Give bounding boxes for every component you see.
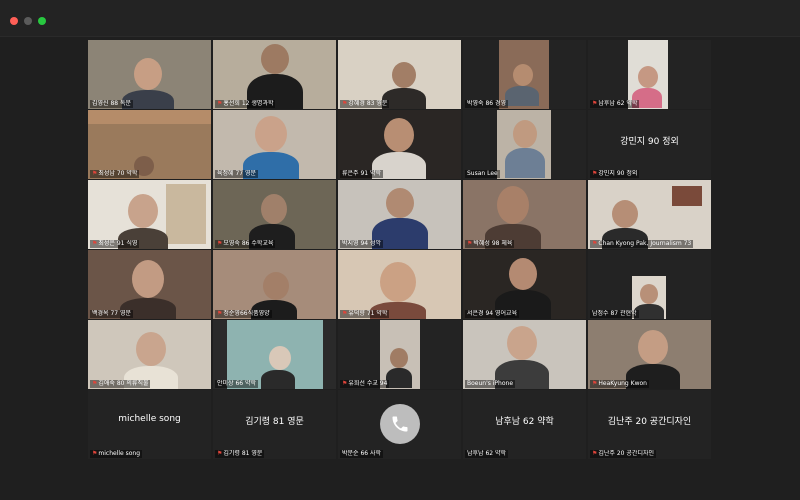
mic-muted-icon: ⚑ xyxy=(592,170,598,177)
participant-name: 남정수 87 관현악 xyxy=(590,310,639,318)
participant-center-label: 김난주 20 공간디자인 xyxy=(607,417,692,427)
video-tile[interactable]: 김기령 81 영문 ⚑김기령 81 영문 xyxy=(213,390,336,459)
participant-name: 김영신 88 독문 xyxy=(90,100,134,108)
participant-center-label: michelle song xyxy=(118,414,181,424)
mic-muted-icon: ⚑ xyxy=(592,100,598,107)
video-tile[interactable]: 박영숙 86 경영 xyxy=(463,40,586,109)
participant-name: 류은주 91 약학 xyxy=(340,170,384,178)
video-tile[interactable]: 류은주 91 약학 xyxy=(338,110,461,179)
participant-name: ⚑김기령 81 영문 xyxy=(215,450,265,458)
participant-center-label: 김기령 81 영문 xyxy=(245,417,304,427)
participant-name: ⚑michelle song xyxy=(90,450,143,458)
video-tile-active-speaker[interactable]: Boeun's iPhone xyxy=(463,320,586,389)
mic-muted-icon: ⚑ xyxy=(342,380,348,387)
mic-muted-icon: ⚑ xyxy=(217,100,223,107)
zoom-window-button[interactable] xyxy=(38,17,46,25)
participant-name: 박영숙 86 경영 xyxy=(465,100,509,108)
participant-name: ⚑강혜경 83 영문 xyxy=(340,100,390,108)
video-tile[interactable]: ⚑박혜성 98 체육 xyxy=(463,180,586,249)
participant-name: ⚑홍선희 12 생명과학 xyxy=(215,100,276,108)
mic-muted-icon: ⚑ xyxy=(342,310,348,317)
mic-muted-icon: ⚑ xyxy=(592,240,598,247)
participant-name: 박문순 66 사학 xyxy=(340,450,384,458)
participant-name: 백경옥 77 영문 xyxy=(90,310,134,318)
mic-muted-icon: ⚑ xyxy=(342,100,348,107)
video-tile[interactable]: ⚑정순영66식품영양 xyxy=(213,250,336,319)
participant-name: Boeun's iPhone xyxy=(465,380,516,388)
participant-name: 박지영 94 성악 xyxy=(340,240,384,248)
video-tile[interactable]: 남후남 62 약학 남후남 62 약학 xyxy=(463,390,586,459)
participant-center-label: 강민지 90 정외 xyxy=(620,137,679,147)
window-titlebar xyxy=(0,0,800,37)
participant-center-label: 남후남 62 약학 xyxy=(495,417,554,427)
participant-name: ⚑최성남 70 약학 xyxy=(90,170,140,178)
video-tile[interactable]: ⚑HeaKyung Kwon xyxy=(588,320,711,389)
mic-muted-icon: ⚑ xyxy=(592,380,598,387)
participant-name: ⚑HeaKyung Kwon xyxy=(590,380,649,388)
mic-muted-icon: ⚑ xyxy=(467,240,473,247)
mic-muted-icon: ⚑ xyxy=(217,310,223,317)
video-tile[interactable]: 백경옥 77 영문 xyxy=(88,250,211,319)
video-tile[interactable]: 박지영 94 성악 xyxy=(338,180,461,249)
video-tile[interactable]: 김난주 20 공간디자인 ⚑김난주 20 공간디자인 xyxy=(588,390,711,459)
video-tile[interactable]: ⚑최성은 91 식영 xyxy=(88,180,211,249)
mic-muted-icon: ⚑ xyxy=(217,240,223,247)
video-tile[interactable]: 안미상 66 약학 xyxy=(213,320,336,389)
participant-name: ⚑유덕향 71 약학 xyxy=(340,310,390,318)
participant-name: ⚑남후남 62 약학 xyxy=(590,100,640,108)
mic-muted-icon: ⚑ xyxy=(592,450,598,457)
participant-name: ⚑김애숙 80 의류직물 xyxy=(90,380,151,388)
gallery-view: 김영신 88 독문 ⚑홍선희 12 생명과학 ⚑강혜경 83 영문 박영숙 86… xyxy=(88,40,712,460)
video-tile[interactable]: ⚑강혜경 83 영문 xyxy=(338,40,461,109)
participant-name: ⚑김난주 20 공간디자인 xyxy=(590,450,657,458)
minimize-window-button[interactable] xyxy=(24,17,32,25)
mic-muted-icon: ⚑ xyxy=(92,170,98,177)
participant-name: ⚑최성은 91 식영 xyxy=(90,240,140,248)
video-tile[interactable]: ⚑홍선희 12 생명과학 xyxy=(213,40,336,109)
close-window-button[interactable] xyxy=(10,17,18,25)
video-tile[interactable]: ⚑Chan Kyong Pak, Journalism 73 xyxy=(588,180,711,249)
mic-muted-icon: ⚑ xyxy=(92,450,98,457)
participant-name: ⚑정순영66식품영양 xyxy=(215,310,272,318)
mic-muted-icon: ⚑ xyxy=(217,450,223,457)
participant-name: 서은경 94 영어교육 xyxy=(465,310,520,318)
mic-muted-icon: ⚑ xyxy=(92,240,98,247)
video-tile[interactable]: 김영신 88 독문 xyxy=(88,40,211,109)
video-tile[interactable]: 서은경 94 영어교육 xyxy=(463,250,586,319)
video-tile[interactable]: 강민지 90 정외 ⚑강민지 90 정외 xyxy=(588,110,711,179)
video-tile[interactable]: michelle song ⚑michelle song xyxy=(88,390,211,459)
video-tile[interactable]: ⚑모영숙 86 수학교육 xyxy=(213,180,336,249)
participant-name: ⚑모영숙 86 수학교육 xyxy=(215,240,276,248)
participant-name: ⚑강민지 90 정외 xyxy=(590,170,640,178)
video-tile[interactable]: ⚑유희선 수교 94 xyxy=(338,320,461,389)
participant-name: ⚑Chan Kyong Pak, Journalism 73 xyxy=(590,240,694,248)
participant-name: Susan Lee xyxy=(465,170,500,178)
video-tile[interactable]: ⚑최성남 70 약학 xyxy=(88,110,211,179)
video-tile[interactable]: 남정수 87 관현악 xyxy=(588,250,711,319)
phone-icon xyxy=(380,404,420,444)
mic-muted-icon: ⚑ xyxy=(92,380,98,387)
participant-name: 남후남 62 약학 xyxy=(465,450,509,458)
video-tile[interactable]: Susan Lee xyxy=(463,110,586,179)
video-tile[interactable]: ⚑김애숙 80 의류직물 xyxy=(88,320,211,389)
video-tile[interactable]: ⚑유덕향 71 약학 xyxy=(338,250,461,319)
participant-name: 육정혜 77 영문 xyxy=(215,170,259,178)
video-tile[interactable]: ⚑남후남 62 약학 xyxy=(588,40,711,109)
participant-name: 안미상 66 약학 xyxy=(215,380,259,388)
participant-name: ⚑박혜성 98 체육 xyxy=(465,240,515,248)
participant-name: ⚑유희선 수교 94 xyxy=(340,380,390,388)
video-tile[interactable]: 육정혜 77 영문 xyxy=(213,110,336,179)
